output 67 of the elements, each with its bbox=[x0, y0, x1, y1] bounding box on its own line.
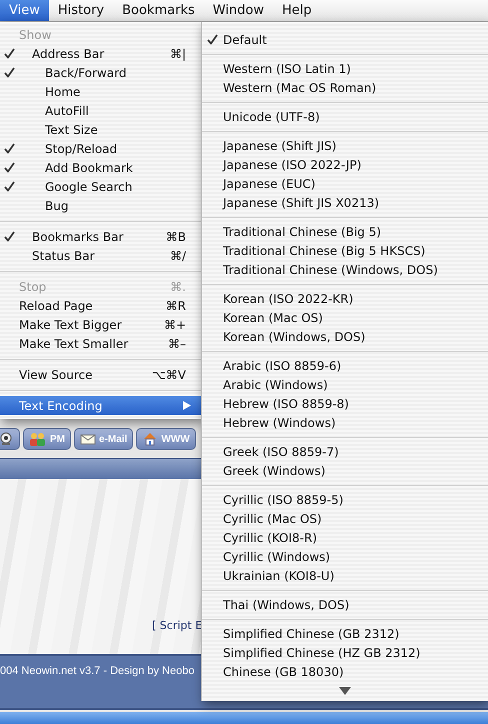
menu-item[interactable]: Arabic (Windows) bbox=[202, 375, 488, 394]
menu-bar-item[interactable]: Window bbox=[204, 0, 274, 21]
shortcut-label: ⌘| bbox=[170, 46, 187, 60]
menu-item[interactable]: Hebrew (ISO 8859-8) bbox=[202, 394, 488, 413]
menu-item[interactable]: Cyrillic (KOI8-R) bbox=[202, 528, 488, 547]
menu-item[interactable]: Western (Mac OS Roman) bbox=[202, 78, 488, 97]
menu-item[interactable]: Korean (Mac OS) bbox=[202, 308, 488, 327]
menu-item[interactable]: Add Bookmark bbox=[0, 158, 201, 177]
menu-item[interactable]: Simplified Chinese (HZ GB 2312) bbox=[202, 643, 488, 662]
envelope-icon bbox=[80, 432, 96, 446]
menu-item[interactable]: Cyrillic (Mac OS) bbox=[202, 509, 488, 528]
menu-item[interactable]: Western (ISO Latin 1) bbox=[202, 59, 488, 78]
menu-item[interactable]: Make Text Bigger ⌘+ bbox=[0, 315, 201, 334]
menu-item[interactable]: Simplified Chinese (GB 2312) bbox=[202, 624, 488, 643]
menu-item[interactable]: View Source ⌥⌘V bbox=[0, 365, 201, 384]
menu-item[interactable]: Korean (ISO 2022-KR) bbox=[202, 289, 488, 308]
menu-item[interactable]: Japanese (ISO 2022-JP) bbox=[202, 155, 488, 174]
menu-item[interactable]: Default bbox=[202, 30, 488, 49]
submenu-arrow-icon bbox=[183, 401, 191, 410]
menu-item[interactable]: Korean (Windows, DOS) bbox=[202, 327, 488, 346]
shortcut-label: ⌘/ bbox=[170, 248, 187, 262]
scroll-down-arrow-icon[interactable] bbox=[339, 686, 351, 694]
webcam-icon bbox=[0, 432, 14, 446]
menu-item[interactable]: Japanese (Shift JIS X0213) bbox=[202, 193, 488, 212]
menu-item[interactable]: Greek (Windows) bbox=[202, 461, 488, 480]
menu-item[interactable]: Chinese (GB 18030) bbox=[202, 662, 488, 681]
menu-bar-item[interactable]: Help bbox=[273, 0, 321, 21]
shortcut-label: ⌥⌘V bbox=[152, 368, 187, 382]
shortcut-label: ⌘R bbox=[166, 298, 187, 312]
menu-bar-item[interactable]: History bbox=[48, 0, 114, 21]
menu-item[interactable]: Reload Page ⌘R bbox=[0, 296, 201, 315]
footer-text: 004 Neowin.net v3.7 - Design by Neobo bbox=[0, 664, 194, 677]
menu-item[interactable]: AutoFill bbox=[0, 101, 201, 120]
menu-bar-item[interactable]: Bookmarks bbox=[113, 0, 204, 21]
menu-item[interactable]: Thai (Windows, DOS) bbox=[202, 595, 488, 614]
toolbar-button[interactable] bbox=[0, 428, 20, 450]
menu-item[interactable]: Cyrillic (Windows) bbox=[202, 547, 488, 566]
menu-item[interactable]: Traditional Chinese (Big 5) bbox=[202, 222, 488, 241]
menu-item[interactable]: Ukrainian (KOI8-U) bbox=[202, 566, 488, 585]
shortcut-label: ⌘+ bbox=[164, 318, 187, 332]
people-icon bbox=[29, 432, 47, 446]
menu-item[interactable]: Bookmarks Bar ⌘B bbox=[0, 227, 201, 246]
menu-item[interactable]: Back/Forward bbox=[0, 63, 201, 82]
menu-item[interactable]: Hebrew (Windows) bbox=[202, 413, 488, 432]
menu-item[interactable]: Cyrillic (ISO 8859-5) bbox=[202, 490, 488, 509]
menu-bar-item[interactable]: View bbox=[0, 0, 49, 21]
section-label: Show bbox=[19, 28, 52, 42]
menu-item[interactable]: Home bbox=[0, 82, 201, 101]
menu-item[interactable]: Text Size bbox=[0, 120, 201, 139]
menu-item[interactable]: Bug bbox=[0, 196, 201, 215]
menu-item[interactable]: Address Bar ⌘| bbox=[0, 44, 201, 63]
menu-item[interactable]: Arabic (ISO 8859-6) bbox=[202, 356, 488, 375]
menu-item[interactable]: Traditional Chinese (Big 5 HKSCS) bbox=[202, 241, 488, 260]
menu-item[interactable]: Make Text Smaller ⌘– bbox=[0, 334, 201, 353]
menu-item[interactable]: Unicode (UTF-8) bbox=[202, 107, 488, 126]
menu-item[interactable]: Stop/Reload bbox=[0, 139, 201, 158]
menu-item[interactable]: Greek (ISO 8859-7) bbox=[202, 442, 488, 461]
shortcut-label: ⌘B bbox=[166, 230, 187, 244]
menu-item[interactable]: Japanese (Shift JIS) bbox=[202, 136, 488, 155]
house-icon bbox=[142, 432, 158, 446]
menu-item[interactable]: Traditional Chinese (Windows, DOS) bbox=[202, 260, 488, 279]
menu-item[interactable]: Status Bar ⌘/ bbox=[0, 246, 201, 265]
shortcut-label: ⌘. bbox=[170, 280, 187, 294]
menu-item[interactable]: Text Encoding bbox=[0, 396, 201, 415]
menu-item[interactable]: Japanese (EUC) bbox=[202, 174, 488, 193]
menu-item[interactable]: Google Search bbox=[0, 177, 201, 196]
shortcut-label: ⌘– bbox=[168, 336, 187, 350]
